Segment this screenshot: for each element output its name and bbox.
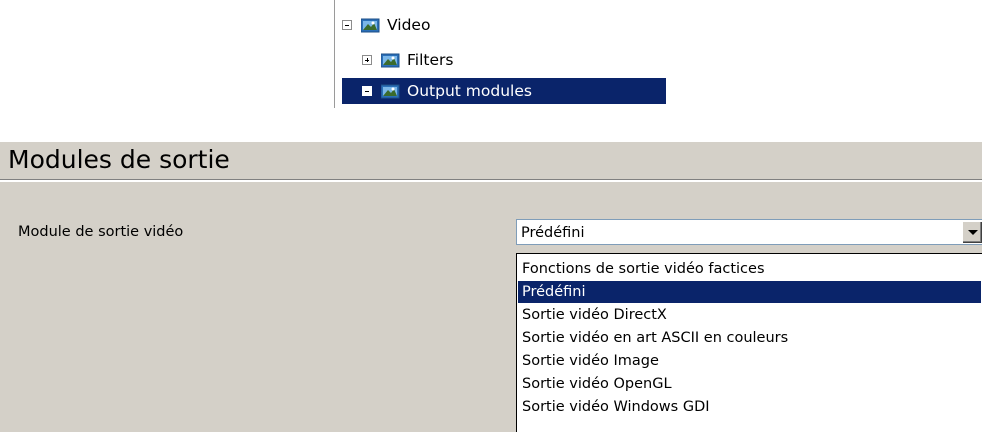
tree-item-output-modules[interactable]: Output modules — [342, 78, 666, 104]
collapse-minus-icon[interactable] — [342, 20, 352, 30]
tree-item-label: Output modules — [407, 82, 532, 100]
tree-guide-line — [334, 0, 335, 108]
select-current-value: Prédéfini — [521, 225, 585, 241]
tree-item-video[interactable]: Video — [342, 12, 522, 38]
option-windows-gdi[interactable]: Sortie vidéo Windows GDI — [518, 396, 981, 418]
video-output-module-select[interactable]: Prédéfini — [516, 219, 982, 245]
option-directx[interactable]: Sortie vidéo DirectX — [518, 304, 981, 326]
option-opengl[interactable]: Sortie vidéo OpenGL — [518, 373, 981, 395]
preferences-tree: Video Filters Output modules — [342, 12, 666, 108]
tree-item-label: Filters — [407, 51, 454, 69]
tree-item-label: Video — [387, 16, 431, 34]
collapse-minus-icon[interactable] — [362, 86, 372, 96]
folder-image-icon — [361, 18, 380, 32]
section-title: Modules de sortie — [8, 145, 230, 174]
tree-item-filters[interactable]: Filters — [362, 47, 562, 73]
folder-image-icon — [381, 53, 400, 67]
video-output-module-label: Module de sortie vidéo — [18, 224, 184, 240]
video-output-module-options: Fonctions de sortie vidéo factices Prédé… — [516, 253, 982, 432]
option-fonctions-factices[interactable]: Fonctions de sortie vidéo factices — [518, 258, 981, 280]
option-ascii-couleurs[interactable]: Sortie vidéo en art ASCII en couleurs — [518, 327, 981, 349]
dropdown-arrow-icon[interactable] — [962, 221, 982, 243]
section-header: Modules de sortie — [0, 142, 982, 180]
option-predefini[interactable]: Prédéfini — [518, 281, 981, 303]
folder-image-icon — [381, 84, 400, 98]
expand-plus-icon[interactable] — [362, 55, 372, 65]
option-image[interactable]: Sortie vidéo Image — [518, 350, 981, 372]
